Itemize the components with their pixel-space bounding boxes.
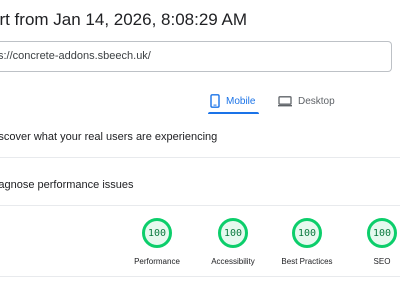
- tab-desktop-label: Desktop: [298, 95, 335, 107]
- url-text: s://concrete-addons.sbeech.uk/: [0, 50, 151, 62]
- tab-mobile-label: Mobile: [226, 95, 256, 107]
- divider: [0, 205, 400, 206]
- desktop-monitor-icon: [278, 95, 292, 106]
- tab-mobile[interactable]: Mobile: [208, 88, 260, 114]
- tab-selected-indicator: [208, 112, 260, 114]
- section-diagnose[interactable]: Diagnose performance issues: [0, 179, 400, 191]
- report-title: ort from Jan 14, 2026, 8:08:29 AM: [0, 10, 248, 29]
- mobile-phone-icon: [210, 94, 220, 108]
- accessibility-score-gauge[interactable]: 100: [218, 218, 248, 248]
- performance-score-gauge[interactable]: 100: [142, 218, 172, 248]
- best-practices-score-gauge[interactable]: 100: [292, 218, 322, 248]
- divider: [0, 157, 400, 158]
- tab-desktop[interactable]: Desktop: [278, 88, 335, 114]
- seo-score-gauge[interactable]: 100: [367, 218, 397, 248]
- section-discover[interactable]: Discover what your real users are experi…: [0, 131, 400, 143]
- divider: [0, 276, 400, 277]
- seo-label: SEO: [373, 257, 391, 266]
- url-field[interactable]: s://concrete-addons.sbeech.uk/: [0, 41, 392, 72]
- pagespeed-report: ort from Jan 14, 2026, 8:08:29 AM s://co…: [0, 0, 400, 300]
- device-tabs: Mobile Desktop: [0, 88, 400, 114]
